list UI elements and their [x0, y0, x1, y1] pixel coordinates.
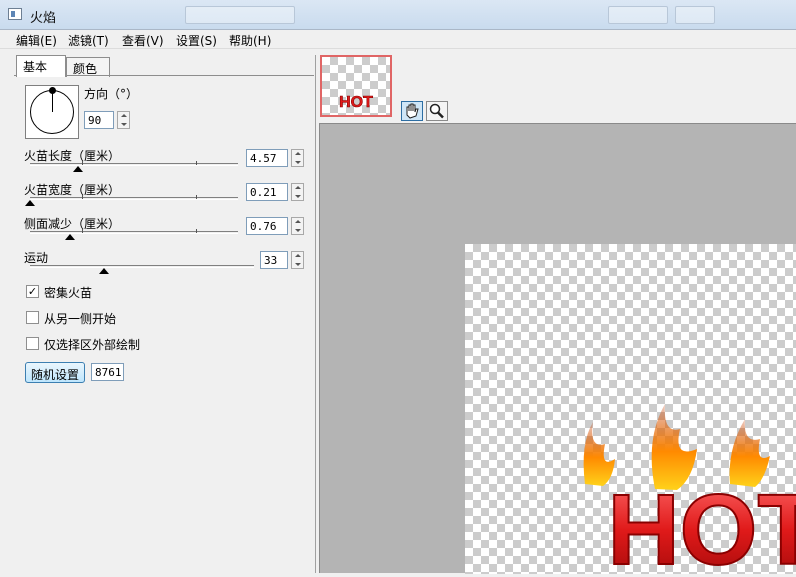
- checkbox-label-start-other-side: 从另一侧开始: [44, 312, 117, 326]
- checkbox-outside-selection[interactable]: [26, 337, 39, 350]
- slider-tick: [82, 195, 83, 199]
- app-icon: [8, 8, 22, 20]
- menu-view[interactable]: 查看(V): [122, 32, 164, 49]
- menu-filter[interactable]: 滤镜(T): [68, 32, 109, 49]
- slider-label-side-reduction: 侧面减少（厘米）: [24, 217, 121, 231]
- thumbnail-text: HOT: [339, 94, 373, 111]
- flame-width-input[interactable]: 0.21: [246, 183, 288, 201]
- direction-input[interactable]: 90: [84, 111, 114, 129]
- direction-spinner[interactable]: [117, 111, 130, 129]
- random-settings-button[interactable]: 随机设置: [25, 362, 85, 383]
- background-window-control: [185, 6, 295, 24]
- direction-dial[interactable]: [25, 85, 79, 139]
- slider-thumb-motion[interactable]: [99, 268, 109, 274]
- checkbox-start-other-side[interactable]: [26, 311, 39, 324]
- preview-thumbnail[interactable]: HOT: [320, 55, 392, 117]
- slider-thumb-side-reduction[interactable]: [65, 234, 75, 240]
- direction-label: 方向（°）: [84, 87, 139, 101]
- zoom-icon: [429, 103, 444, 119]
- preview-text: HOT: [607, 474, 796, 574]
- tab-basic[interactable]: 基本: [16, 55, 66, 77]
- slider-track-side-reduction[interactable]: [30, 231, 238, 234]
- motion-spinner[interactable]: [291, 251, 304, 269]
- checkbox-dense-flames[interactable]: ✓: [26, 285, 39, 298]
- checkbox-label-dense-flames: 密集火苗: [44, 286, 93, 300]
- slider-tick: [82, 161, 83, 165]
- preview-canvas[interactable]: HOT: [319, 123, 796, 577]
- motion-input[interactable]: 33: [260, 251, 288, 269]
- settings-panel: 基本 颜色 方向（°） 90 火苗长度（厘米） 4.57 火苗宽度（厘米） 0.…: [14, 55, 316, 573]
- slider-label-flame-width: 火苗宽度（厘米）: [24, 183, 121, 197]
- zoom-tool-button[interactable]: [426, 101, 448, 121]
- random-seed-input[interactable]: 8761: [91, 363, 124, 381]
- tab-color[interactable]: 颜色: [66, 57, 110, 77]
- slider-track-flame-width[interactable]: [30, 197, 238, 200]
- slider-thumb-flame-width[interactable]: [25, 200, 35, 206]
- background-window-control: [675, 6, 715, 24]
- slider-label-flame-length: 火苗长度（厘米）: [24, 149, 121, 163]
- checkbox-label-outside-selection: 仅选择区外部绘制: [44, 338, 141, 352]
- hand-icon: [406, 103, 419, 119]
- menu-settings[interactable]: 设置(S): [176, 32, 217, 49]
- slider-label-motion: 运动: [24, 251, 49, 265]
- title-bar: 火焰: [0, 0, 796, 30]
- thumbnail-image: HOT: [339, 94, 374, 112]
- slider-track-flame-length[interactable]: [30, 163, 238, 166]
- window-title: 火焰: [30, 11, 57, 26]
- side-reduction-spinner[interactable]: [291, 217, 304, 235]
- slider-tick: [196, 195, 197, 199]
- dial-handle[interactable]: [49, 87, 56, 94]
- slider-track-motion[interactable]: [30, 265, 254, 268]
- preview-image[interactable]: HOT: [465, 244, 796, 577]
- menu-edit[interactable]: 编辑(E): [16, 32, 57, 49]
- slider-tick: [196, 229, 197, 233]
- flame-width-spinner[interactable]: [291, 183, 304, 201]
- side-reduction-input[interactable]: 0.76: [246, 217, 288, 235]
- flame-preview: HOT: [583, 404, 796, 577]
- flame-length-input[interactable]: 4.57: [246, 149, 288, 167]
- flame-length-spinner[interactable]: [291, 149, 304, 167]
- slider-tick: [196, 161, 197, 165]
- slider-thumb-flame-length[interactable]: [73, 166, 83, 172]
- slider-tick: [82, 229, 83, 233]
- menu-help[interactable]: 帮助(H): [229, 32, 271, 49]
- menu-bar: 编辑(E) 滤镜(T) 查看(V) 设置(S) 帮助(H): [0, 30, 796, 49]
- background-window-control: [608, 6, 668, 24]
- hand-tool-button[interactable]: [401, 101, 423, 121]
